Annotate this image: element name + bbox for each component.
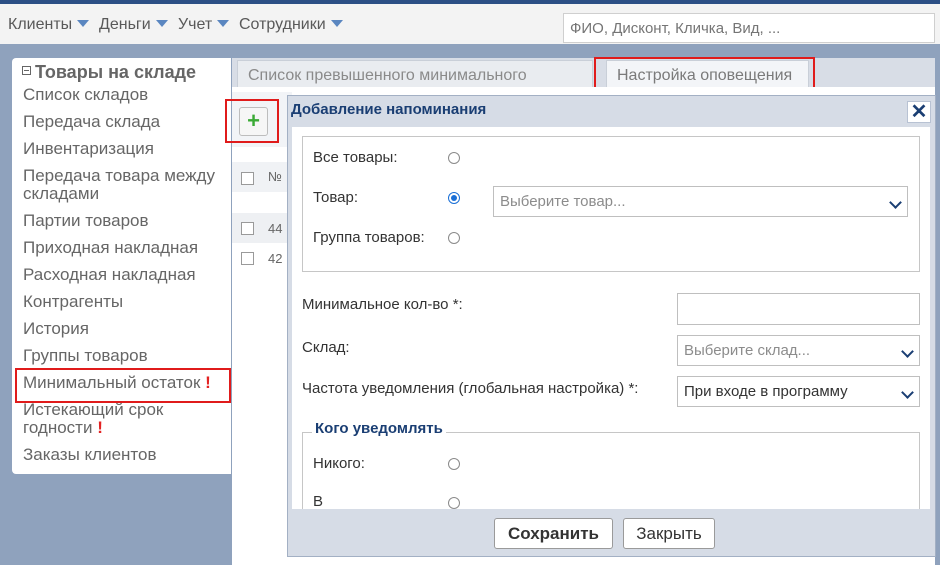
sidebar-title-label: Товары на складе	[35, 62, 197, 82]
dialog-body: Все товары: Товар: Выберите товар... Гру…	[292, 127, 930, 509]
search-input[interactable]	[563, 13, 935, 43]
row-checkbox[interactable]	[241, 252, 254, 265]
all-products-radio[interactable]	[448, 152, 460, 164]
product-group-label: Группа товаров:	[313, 229, 425, 246]
sidebar-item-outgoing-invoice[interactable]: Расходная накладная	[23, 266, 196, 284]
warehouse-select-placeholder: Выберите склад...	[684, 342, 811, 359]
sidebar-item-product-groups[interactable]: Группы товаров	[23, 347, 148, 365]
sidebar-item-batches[interactable]: Партии товаров	[23, 212, 149, 230]
product-select[interactable]: Выберите товар...	[493, 186, 908, 217]
notify-option-radio[interactable]	[448, 497, 460, 509]
close-icon[interactable]: ✕	[907, 101, 931, 123]
sidebar-item-client-orders[interactable]: Заказы клиентов	[23, 446, 157, 464]
table-row[interactable]: 42	[232, 243, 292, 273]
highlight-add	[225, 99, 279, 143]
nobody-radio[interactable]	[448, 458, 460, 470]
dialog-title: Добавление напоминания	[291, 101, 487, 118]
sidebar-item-history[interactable]: История	[23, 320, 89, 338]
product-group-radio[interactable]	[448, 232, 460, 244]
notify-group	[302, 432, 920, 509]
sidebar-item-goods-transfer[interactable]: Передача товара между складами	[23, 167, 228, 203]
sidebar-item-incoming-invoice[interactable]: Приходная накладная	[23, 239, 198, 257]
warning-badge: !	[97, 418, 103, 437]
save-button[interactable]: Сохранить	[494, 518, 613, 549]
sidebar-item-inventory[interactable]: Инвентаризация	[23, 140, 154, 158]
min-qty-label: Минимальное кол-во *:	[302, 296, 463, 313]
menu-label: Деньги	[99, 16, 151, 33]
menu-label: Учет	[178, 16, 213, 33]
sidebar-item-warehouse-transfer[interactable]: Передача склада	[23, 113, 160, 131]
column-header-number: №	[268, 169, 282, 184]
all-products-label: Все товары:	[313, 149, 398, 166]
menu-label: Сотрудники	[239, 16, 326, 33]
product-radio[interactable]	[448, 192, 460, 204]
notify-option-label: В	[313, 493, 324, 509]
row-number: 42	[268, 251, 283, 266]
chevron-down-icon	[217, 20, 230, 27]
chevron-down-icon	[330, 20, 343, 27]
nobody-label: Никого:	[313, 455, 365, 472]
warehouse-select[interactable]: Выберите склад...	[677, 335, 920, 366]
frequency-select[interactable]: При входе в программу	[677, 376, 920, 407]
row-number: 44	[268, 221, 283, 236]
close-button[interactable]: Закрыть	[623, 518, 715, 549]
row-checkbox[interactable]	[241, 222, 254, 235]
warehouse-label: Склад:	[302, 339, 350, 356]
sidebar: Товары на складе Список складов Передача…	[12, 58, 231, 474]
menu-clients[interactable]: Клиенты	[8, 16, 90, 34]
sidebar-item-expiring[interactable]: Истекающий срок годности !	[23, 401, 223, 437]
top-menu-bar: Клиенты Деньги Учет Сотрудники	[0, 0, 940, 44]
select-all-checkbox[interactable]	[241, 172, 254, 185]
menu-employees[interactable]: Сотрудники	[239, 16, 343, 34]
sidebar-item-warehouses[interactable]: Список складов	[23, 86, 148, 104]
min-qty-input[interactable]	[677, 293, 920, 325]
chevron-down-icon	[77, 20, 90, 27]
frequency-label: Частота уведомления (глобальная настройк…	[302, 380, 639, 397]
notify-legend: Кого уведомлять	[312, 420, 446, 437]
chevron-down-icon	[901, 386, 914, 399]
menu-label: Клиенты	[8, 16, 73, 33]
dialog-footer: Сохранить Закрыть	[288, 509, 935, 556]
sidebar-title[interactable]: Товары на складе	[22, 62, 196, 83]
menu-accounting[interactable]: Учет	[178, 16, 230, 34]
menu-money[interactable]: Деньги	[99, 16, 168, 34]
product-select-placeholder: Выберите товар...	[500, 193, 626, 210]
chevron-down-icon	[901, 345, 914, 358]
highlight-min-stock	[15, 368, 231, 403]
chevron-down-icon	[889, 196, 902, 209]
tab-exceeded-min-stock[interactable]: Список превышенного минимального остатка	[237, 60, 593, 114]
product-label: Товар:	[313, 189, 358, 206]
sidebar-item-label: Истекающий срок годности	[23, 400, 164, 437]
collapse-icon[interactable]	[22, 66, 31, 75]
sidebar-item-contractors[interactable]: Контрагенты	[23, 293, 123, 311]
chevron-down-icon	[155, 20, 168, 27]
frequency-select-value: При входе в программу	[684, 383, 848, 400]
grid-header: №	[232, 162, 292, 192]
table-row[interactable]: 44	[232, 213, 292, 243]
